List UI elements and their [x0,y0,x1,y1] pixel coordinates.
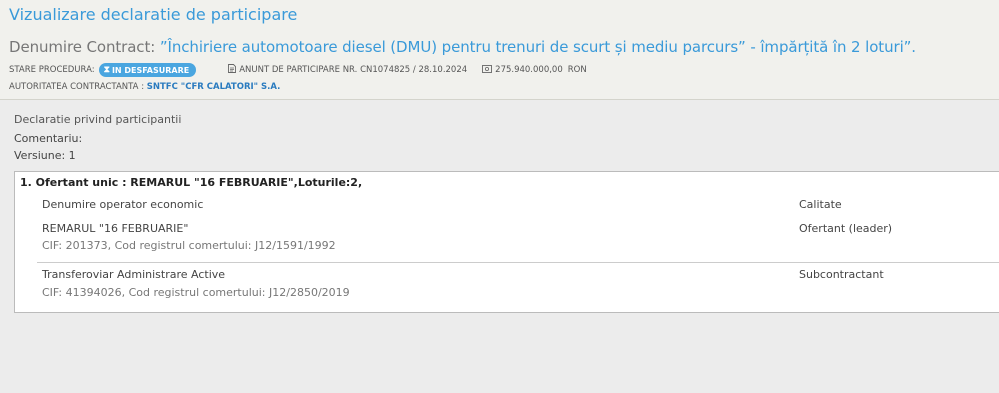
contracting-authority: AUTORITATEA CONTRACTANTA : SNTFC "CFR CA… [9,82,280,92]
notice-text: ANUNT DE PARTICIPARE NR. CN1074825 / 28.… [239,65,468,75]
status-value: IN DESFASURARE [111,65,190,75]
operator-details: CIF: 41394026, Cod registrul comertului:… [42,286,350,299]
notice-info[interactable]: ANUNT DE PARTICIPARE NR. CN1074825 / 28.… [228,64,467,76]
procedure-meta: STARE PROCEDURA: ⧗ IN DESFASURARE ANUNT … [9,63,587,77]
money-icon [482,64,493,76]
operator-name: Transferoviar Administrare Active [42,268,226,281]
comment-label: Comentariu: [14,132,83,145]
authority-label: AUTORITATEA CONTRACTANTA : [9,82,145,92]
column-header-role: Calitate [799,198,842,211]
offer-panel: 1. Ofertant unic : REMARUL "16 FEBRUARIE… [14,171,999,313]
operator-role: Subcontractant [799,268,884,281]
authority-link[interactable]: SNTFC "CFR CALATORI" S.A. [147,82,281,92]
version-label: Versiune: 1 [14,149,76,162]
column-header-operator: Denumire operator economic [42,198,204,211]
hourglass-icon: ⧗ [103,65,110,75]
estimated-value: 275.940.000,00 [495,65,563,75]
contract-name: ”Închiriere automotoare diesel (DMU) pen… [159,38,916,56]
row-divider [37,262,999,263]
page-title: Vizualizare declaratie de participare [9,5,298,24]
value-info: 275.940.000,00 RON [482,64,587,76]
contract-label: Denumire Contract: [9,38,156,56]
status-label: STARE PROCEDURA: [9,65,95,75]
document-icon [228,64,237,76]
offer-title: 1. Ofertant unic : REMARUL "16 FEBRUARIE… [20,176,363,189]
section-title: Declaratie privind participantii [14,113,182,126]
currency: RON [567,65,587,75]
operator-details: CIF: 201373, Cod registrul comertului: J… [42,239,336,252]
page-header: Vizualizare declaratie de participare De… [0,0,999,100]
operator-role: Ofertant (leader) [799,222,893,235]
contract-name-line: Denumire Contract: ”Închiriere automotoa… [9,38,916,56]
operator-name: REMARUL "16 FEBRUARIE" [42,222,189,235]
status-badge: ⧗ IN DESFASURARE [98,63,197,77]
